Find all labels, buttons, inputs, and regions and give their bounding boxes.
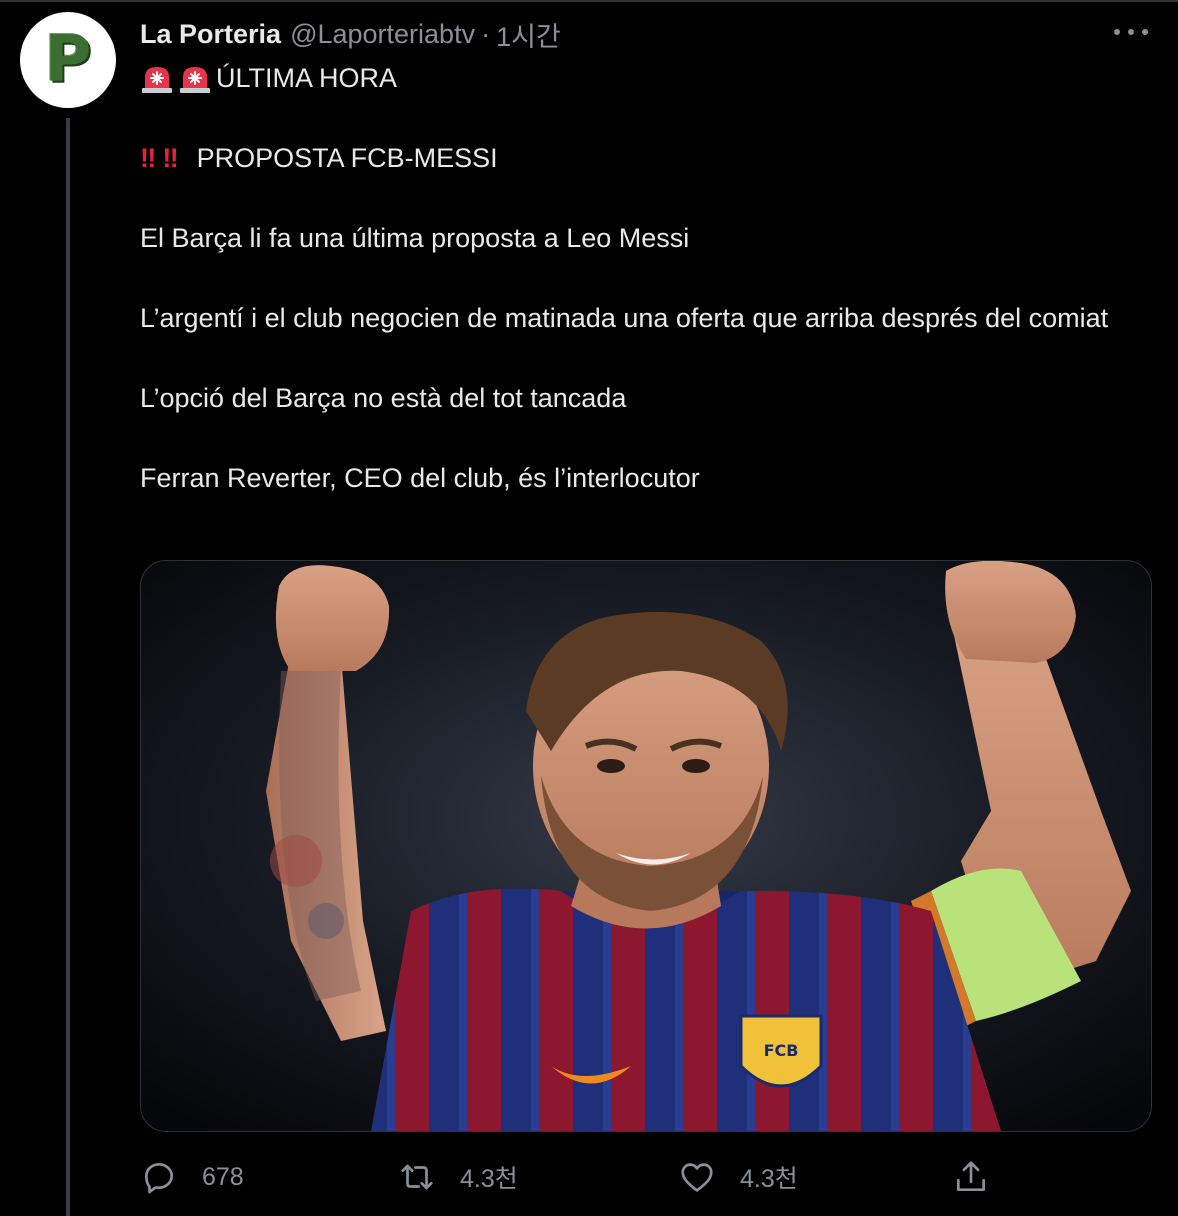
double-exclamation-icon: ‼ ‼ xyxy=(140,143,179,173)
separator-dot: · xyxy=(481,18,491,49)
police-siren-icon xyxy=(180,67,210,93)
tweet[interactable]: P La Porteria @Laporteriabtv · 1시간 ÚLTIM… xyxy=(0,0,1178,1216)
more-options-button[interactable] xyxy=(1114,20,1148,44)
user-handle[interactable]: @Laporteriabtv xyxy=(290,19,475,50)
subheadline-text: PROPOSTA FCB-MESSI xyxy=(196,143,498,173)
retweet-button[interactable]: 4.3천 xyxy=(398,1150,518,1204)
headline-line: ÚLTIMA HORA xyxy=(140,58,1160,98)
reply-count: 678 xyxy=(202,1162,244,1191)
reply-icon xyxy=(144,1162,174,1194)
more-dots-icon xyxy=(1114,29,1120,35)
more-dots-icon xyxy=(1128,29,1134,35)
tweet-actions: 678 4.3천 4.3천 xyxy=(140,1150,1020,1204)
like-button[interactable]: 4.3천 xyxy=(678,1150,798,1204)
like-count: 4.3천 xyxy=(740,1165,798,1193)
divider xyxy=(0,0,1178,2)
tweet-photo[interactable]: FCB xyxy=(140,560,1152,1132)
timestamp[interactable]: 1시간 xyxy=(496,15,561,54)
avatar-logo-letter: P xyxy=(44,23,92,97)
reply-button[interactable]: 678 xyxy=(140,1150,244,1204)
police-siren-icon xyxy=(142,67,172,93)
thread-line xyxy=(66,118,70,1216)
paragraph-3: L’opció del Barça no està del tot tancad… xyxy=(140,383,627,413)
player-celebration-image: FCB xyxy=(141,561,1151,1131)
avatar[interactable]: P xyxy=(20,12,116,108)
share-button[interactable] xyxy=(952,1150,1014,1204)
share-icon xyxy=(956,1161,986,1192)
heart-icon xyxy=(681,1163,713,1192)
paragraph-4: Ferran Reverter, CEO del club, és l’inte… xyxy=(140,463,700,493)
paragraph-1: El Barça li fa una última proposta a Leo… xyxy=(140,223,690,253)
paragraph-2: L’argentí i el club negocien de matinada… xyxy=(140,303,1109,333)
more-dots-icon xyxy=(1142,29,1148,35)
tweet-text: ÚLTIMA HORA ‼ ‼ PROPOSTA FCB-MESSI El Barç… xyxy=(140,58,1160,498)
retweet-count: 4.3천 xyxy=(460,1165,518,1193)
crest-text: FCB xyxy=(764,1041,799,1060)
tweet-header: La Porteria @Laporteriabtv · 1시간 xyxy=(140,16,561,52)
retweet-icon xyxy=(401,1164,433,1190)
headline-text: ÚLTIMA HORA xyxy=(216,63,398,93)
subheadline-line: ‼ ‼ PROPOSTA FCB-MESSI xyxy=(140,138,1160,178)
display-name[interactable]: La Porteria xyxy=(140,19,281,50)
